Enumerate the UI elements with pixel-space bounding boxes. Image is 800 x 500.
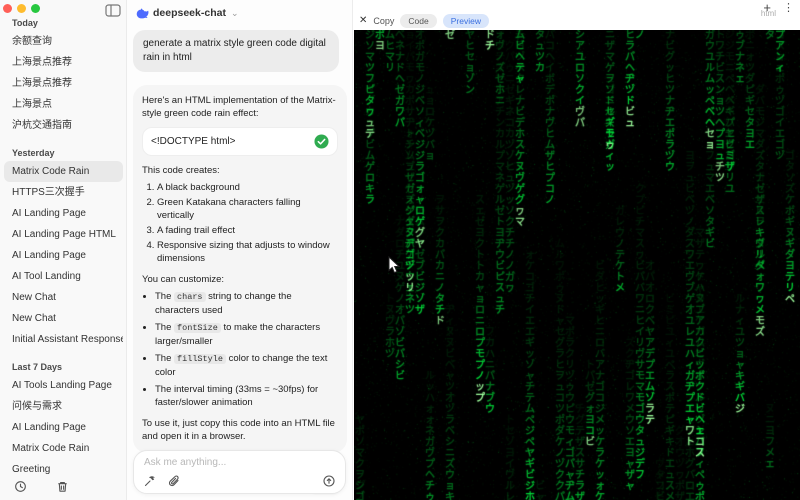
sync-icon[interactable] — [14, 480, 27, 493]
customize-item: The chars string to change the character… — [155, 290, 338, 317]
history-item[interactable]: HTTPS三次握手 — [4, 182, 123, 203]
text: The interval timing (33ms = ~30fps) for … — [155, 384, 319, 408]
history-item[interactable]: 余额查询 — [4, 31, 123, 52]
tools-hammer-icon[interactable] — [144, 475, 156, 487]
history-item[interactable]: Matrix Code Rain — [4, 438, 123, 459]
user-message: generate a matrix style green code digit… — [133, 30, 339, 72]
close-preview-icon[interactable]: ✕ — [359, 14, 367, 28]
tab-code[interactable]: Code — [400, 14, 437, 28]
chat-input[interactable] — [144, 457, 335, 468]
creates-item: Responsive sizing that adjusts to window… — [157, 239, 338, 265]
history-item[interactable]: New Chat — [4, 308, 123, 329]
customize-heading: You can customize: — [142, 274, 225, 285]
text: The — [155, 353, 175, 364]
history-item[interactable]: AI Tool Landing — [4, 266, 123, 287]
history-item-selected[interactable]: Matrix Code Rain — [4, 161, 123, 182]
chat-history-list: Today 余额查询 上海景点推荐 上海景点推荐 上海景点 沪杭交通指南 Yes… — [4, 14, 123, 480]
attachment-paperclip-icon[interactable] — [168, 475, 180, 487]
history-item[interactable]: 上海景点推荐 — [4, 52, 123, 73]
history-section-label: Last 7 Days — [12, 362, 63, 372]
traffic-lights — [3, 4, 40, 13]
success-check-icon — [314, 134, 329, 149]
sidebar-footer — [12, 480, 126, 496]
history-section-label: Yesterday — [12, 148, 55, 158]
history-item[interactable]: Initial Assistant Response — [4, 329, 123, 350]
customize-item: The fontSize to make the characters larg… — [155, 321, 338, 348]
customize-item: The fillStyle color to change the text c… — [155, 352, 338, 379]
matrix-rain-canvas — [354, 30, 800, 500]
input-tools — [144, 475, 180, 487]
app-window: Today 余额查询 上海景点推荐 上海景点推荐 上海景点 沪杭交通指南 Yes… — [0, 0, 800, 500]
model-selector[interactable]: deepseek-chat ⌄ — [136, 4, 239, 22]
model-name: deepseek-chat — [153, 7, 226, 19]
history-item[interactable]: Greeting — [4, 459, 123, 480]
customize-list: The chars string to change the character… — [155, 290, 338, 409]
code-artifact-card[interactable]: <!DOCTYPE html> — [142, 127, 338, 156]
inline-code: chars — [174, 292, 206, 302]
history-item[interactable]: 上海景点 — [4, 94, 123, 115]
assistant-message: Here's an HTML implementation of the Mat… — [133, 85, 347, 453]
tab-preview[interactable]: Preview — [442, 14, 489, 28]
artifact-label: <!DOCTYPE html> — [151, 136, 236, 147]
close-window-button[interactable] — [3, 4, 12, 13]
history-item[interactable]: AI Landing Page — [4, 203, 123, 224]
chevron-down-icon: ⌄ — [230, 7, 239, 18]
creates-item: A fading trail effect — [157, 224, 338, 237]
history-item[interactable]: 上海景点推荐 — [4, 73, 123, 94]
inline-code: fontSize — [174, 323, 221, 333]
chat-input-box[interactable] — [133, 450, 346, 494]
text: The — [155, 291, 175, 302]
sidebar: Today 余额查询 上海景点推荐 上海景点推荐 上海景点 沪杭交通指南 Yes… — [0, 0, 127, 500]
assistant-intro: Here's an HTML implementation of the Mat… — [142, 95, 336, 119]
history-item[interactable]: AI Landing Page — [4, 245, 123, 266]
artifact-preview-panel: + ⋮ ✕ Copy Code Preview html — [352, 0, 800, 500]
creates-list: A black background Green Katakana charac… — [157, 181, 338, 265]
chat-panel: deepseek-chat ⌄ generate a matrix style … — [128, 0, 352, 500]
message-list: generate a matrix style green code digit… — [133, 30, 347, 500]
customize-item: The interval timing (33ms = ~30fps) for … — [155, 383, 338, 409]
preview-toolbar: ✕ Copy Code Preview — [359, 13, 794, 29]
assistant-outro: To use it, just copy this code into an H… — [142, 418, 335, 442]
zoom-window-button[interactable] — [31, 4, 40, 13]
artifact-language-label: html — [760, 9, 776, 18]
inline-code: fillStyle — [174, 354, 226, 364]
history-item[interactable]: AI Landing Page — [4, 417, 123, 438]
history-item[interactable]: 沪杭交通指南 — [4, 115, 123, 136]
creates-item: Green Katakana characters falling vertic… — [157, 196, 338, 222]
creates-heading: This code creates: — [142, 165, 220, 176]
history-item[interactable]: AI Landing Page HTML — [4, 224, 123, 245]
text: The — [155, 322, 175, 333]
copy-code-button[interactable]: Copy — [373, 16, 394, 26]
trash-icon[interactable] — [56, 480, 69, 493]
creates-item: A black background — [157, 181, 338, 194]
deepseek-logo-icon — [136, 8, 149, 18]
history-item[interactable]: New Chat — [4, 287, 123, 308]
history-item[interactable]: 问候与需求 — [4, 396, 123, 417]
history-section-label: Today — [12, 18, 38, 28]
history-item[interactable]: AI Tools Landing Page — [4, 375, 123, 396]
send-button-icon[interactable] — [323, 475, 335, 487]
minimize-window-button[interactable] — [17, 4, 26, 13]
